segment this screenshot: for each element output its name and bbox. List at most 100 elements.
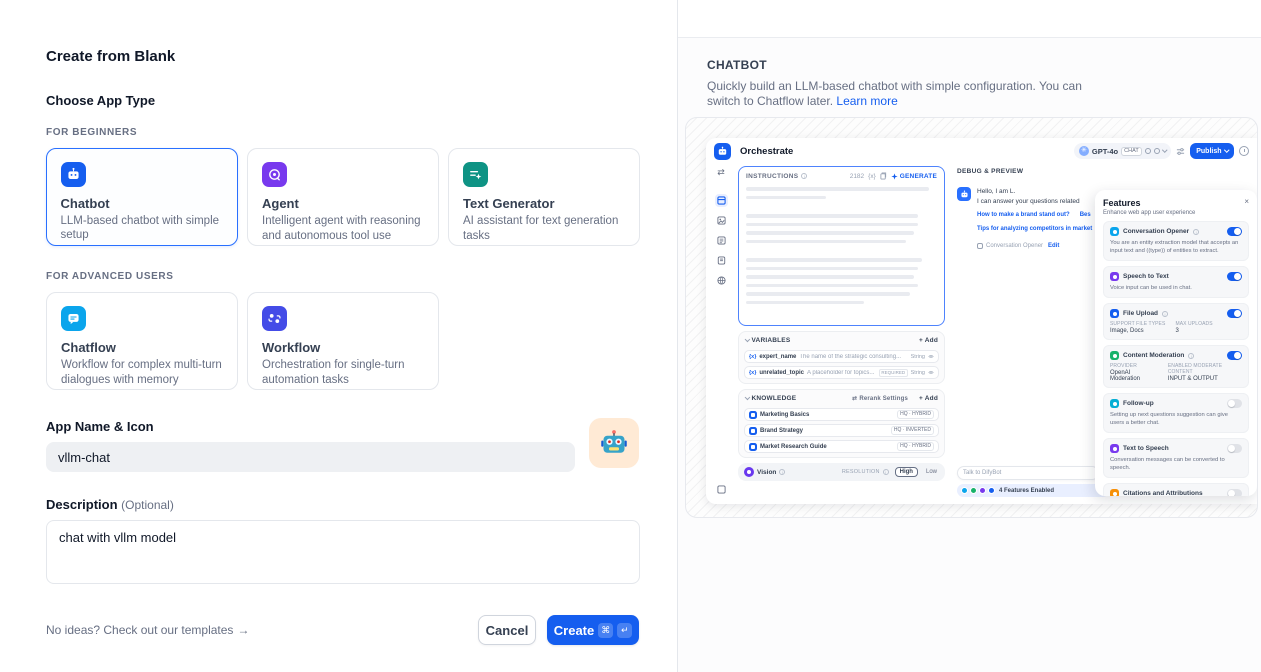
info-icon: i [1188, 353, 1194, 359]
app-type-card-chatbot[interactable]: Chatbot LLM-based chatbot with simple se… [46, 148, 238, 246]
variable-row: {x} expert_name The name of the strategi… [744, 350, 939, 363]
app-name-input[interactable] [46, 442, 575, 472]
app-type-desc: Intelligent agent with reasoning and aut… [262, 214, 424, 243]
add-variable-button: + Add [919, 337, 938, 344]
feature-field-value: OpenAI Moderation [1110, 370, 1158, 382]
info-icon: i [883, 469, 889, 475]
robot-emoji-icon [599, 428, 629, 458]
features-panel: Features Enhance web app user experience… [1095, 190, 1257, 496]
variables-rows: {x} expert_name The name of the strategi… [744, 350, 939, 379]
resolution-label: RESOLUTION [842, 469, 880, 475]
instructions-panel: INSTRUCTIONS i 2182 {x} GENERATE [738, 166, 945, 326]
globe-icon [715, 274, 728, 287]
description-label: Description (Optional) [46, 496, 639, 514]
app-type-name: Chatflow [61, 339, 223, 356]
learn-more-link[interactable]: Learn more [836, 94, 897, 108]
model-selector: ✳ GPT-4o CHAT [1074, 143, 1171, 159]
greeting-line-2: I can answer your questions related [977, 197, 1092, 207]
knowledge-doc-icon [749, 411, 757, 419]
feature-item: Speech to Text Voice input can be used i… [1103, 266, 1249, 298]
feature-description: Setting up next questions suggestion can… [1110, 411, 1242, 427]
app-type-name: Workflow [262, 339, 424, 356]
vision-label: Vision [757, 469, 776, 476]
app-type-name: Chatbot [61, 195, 224, 212]
variable-token-icon: {x} [868, 173, 876, 180]
model-mode-badge: CHAT [1121, 147, 1142, 156]
app-type-card-agent[interactable]: Agent Intelligent agent with reasoning a… [247, 148, 439, 246]
variable-row: {x} unrelated_topic A placeholder for to… [744, 366, 939, 379]
variables-label: VARIABLES [752, 337, 791, 344]
feature-field-value: INPUT & OUTPUT [1168, 376, 1242, 382]
close-icon: × [1244, 198, 1249, 206]
knowledge-mode-tag: HQ · HYBRID [897, 410, 934, 419]
info-icon: i [779, 469, 785, 475]
feature-name: Follow-up [1123, 400, 1154, 407]
beginner-cards-row: Chatbot LLM-based chatbot with simple se… [46, 148, 639, 246]
choose-app-type-label: Choose App Type [46, 92, 639, 110]
knowledge-row: Marketing Basics HQ · HYBRID [744, 408, 939, 421]
bot-avatar [957, 187, 971, 201]
features-list: Conversation Opener i You are an entity … [1103, 221, 1249, 496]
knowledge-name: Brand Strategy [760, 428, 803, 434]
variable-token-icon: {x} [749, 354, 756, 360]
feature-name: Conversation Opener [1123, 228, 1189, 235]
feature-name: Speech to Text [1123, 273, 1169, 280]
group-advanced-label: FOR ADVANCED USERS [46, 270, 639, 284]
feature-field-label: PROVIDER [1110, 363, 1158, 369]
feature-description: Voice input can be used in chat. [1110, 284, 1242, 292]
knowledge-doc-icon [749, 443, 757, 451]
publish-button: Publish [1190, 143, 1234, 159]
variables-panel: VARIABLES + Add {x} expert_name The name… [738, 331, 945, 384]
chatbot-icon [61, 162, 86, 187]
chevron-down-icon [745, 394, 750, 399]
chevron-down-icon [1162, 148, 1167, 153]
app-type-desc: Workflow for complex multi-turn dialogue… [61, 358, 223, 387]
info-icon: i [1162, 311, 1168, 317]
create-form-panel: Create from Blank Choose App Type FOR BE… [0, 0, 678, 672]
feature-description: Conversation messages can be converted t… [1110, 456, 1242, 472]
features-title: Features [1103, 198, 1195, 208]
knowledge-mode-tag: HQ · HYBRID [897, 442, 934, 451]
app-type-card-text-generator[interactable]: Text Generator AI assistant for text gen… [448, 148, 640, 246]
info-icon: i [801, 173, 807, 179]
app-icon-picker[interactable] [589, 418, 639, 468]
feature-dot-icon [961, 487, 968, 494]
enter-key-icon: ↵ [617, 623, 632, 638]
required-badge: REQUIRED [879, 369, 908, 377]
description-textarea[interactable]: chat with vllm model [46, 520, 640, 584]
templates-link[interactable]: No ideas? Check out our templates → [46, 623, 249, 637]
app-type-desc: Orchestration for single-turn automation… [262, 358, 424, 387]
app-type-desc: LLM-based chatbot with simple setup [61, 214, 224, 243]
feature-field-label: MAX UPLOADS [1175, 321, 1212, 327]
image-icon [715, 214, 728, 227]
app-type-card-chatflow[interactable]: Chatflow Workflow for complex multi-turn… [46, 292, 238, 390]
knowledge-rows: Marketing Basics HQ · HYBRID Brand Strat… [744, 408, 939, 453]
feature-item: Citations and Attributions Show source d… [1103, 483, 1249, 496]
app-type-card-workflow[interactable]: Workflow Orchestration for single-turn a… [247, 292, 439, 390]
app-type-preview-panel: CHATBOT Quickly build an LLM-based chatb… [678, 0, 1261, 672]
feature-dot-icon [970, 487, 977, 494]
app-name-row: App Name & Icon [46, 418, 639, 472]
preview-heading: CHATBOT [678, 58, 1261, 73]
feature-toggle [1227, 309, 1242, 318]
feature-icon [1110, 227, 1119, 236]
generate-button: GENERATE [891, 173, 937, 180]
feature-toggle [1227, 227, 1242, 236]
page-title: Create from Blank [46, 46, 639, 68]
feature-icon [1110, 272, 1119, 281]
app-type-name: Agent [262, 195, 424, 212]
group-beginners-label: FOR BEGINNERS [46, 126, 639, 140]
copy-icon [880, 172, 887, 180]
shot-config-column: INSTRUCTIONS i 2182 {x} GENERATE [736, 164, 949, 504]
agent-icon [262, 162, 287, 187]
create-button[interactable]: Create ⌘ ↵ [547, 615, 639, 645]
note-icon [715, 254, 728, 267]
opener-icon [977, 243, 983, 249]
char-count: 2182 [850, 173, 864, 180]
chevron-down-icon [745, 336, 750, 341]
app-name-label: App Name & Icon [46, 418, 575, 436]
create-app-modal: Create from Blank Choose App Type FOR BE… [0, 0, 1261, 672]
cancel-button[interactable]: Cancel [478, 615, 536, 645]
arrow-right-icon: → [237, 623, 249, 637]
list-icon [715, 234, 728, 247]
